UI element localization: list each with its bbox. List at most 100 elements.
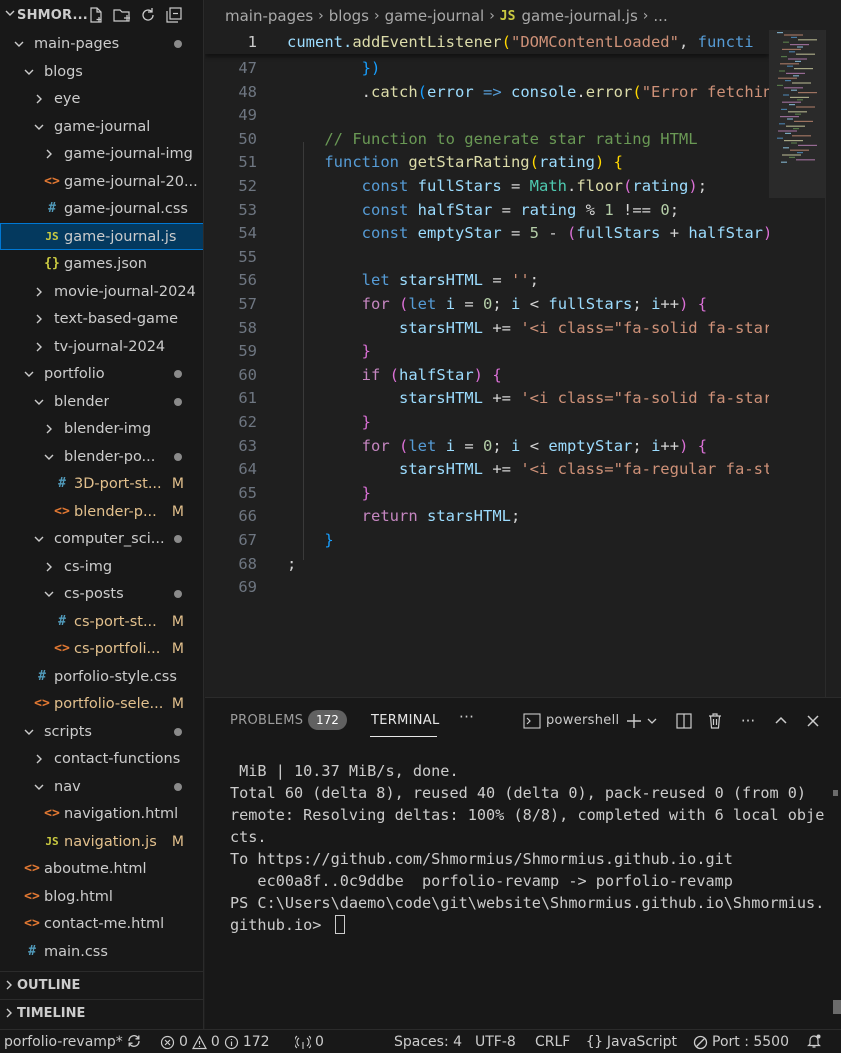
collapse-all-icon[interactable] xyxy=(164,5,184,25)
live-server-status[interactable]: Port : 5500 xyxy=(693,1033,789,1051)
line-number: 60 xyxy=(238,365,257,384)
tree-folder[interactable]: blender-po... xyxy=(0,443,203,471)
tree-file[interactable]: # game-journal.css xyxy=(0,195,203,223)
tree-folder[interactable]: movie-journal-2024 xyxy=(0,278,203,306)
tree-file[interactable]: <> aboutme.html xyxy=(0,855,203,883)
chevron-right-icon[interactable] xyxy=(34,342,44,352)
breadcrumb-item[interactable]: main-pages xyxy=(225,7,313,25)
refresh-icon[interactable] xyxy=(138,5,158,25)
tree-folder[interactable]: blender xyxy=(0,388,203,416)
new-terminal-icon[interactable] xyxy=(623,710,645,732)
tree-folder[interactable]: nav xyxy=(0,773,203,801)
more-actions-icon[interactable]: ··· xyxy=(736,710,760,732)
chevron-down-icon[interactable] xyxy=(14,39,24,49)
eol-status[interactable]: CRLF xyxy=(535,1033,570,1051)
chevron-right-icon[interactable] xyxy=(34,287,44,297)
chevron-down-icon[interactable] xyxy=(34,534,44,544)
chevron-right-icon[interactable] xyxy=(44,424,54,434)
tree-folder[interactable]: cs-img xyxy=(0,553,203,581)
scrollbar-thumb[interactable] xyxy=(833,1000,841,1014)
tree-folder[interactable]: portfolio xyxy=(0,360,203,388)
more-tabs-icon[interactable]: ··· xyxy=(459,708,474,726)
tree-folder[interactable]: scripts xyxy=(0,718,203,746)
html-file-icon: <> xyxy=(54,641,70,656)
outline-section-header[interactable]: OUTLINE xyxy=(0,971,203,998)
terminal-output[interactable]: MiB | 10.37 MiB/s, done. Total 60 (delta… xyxy=(230,760,830,936)
tree-file[interactable]: #3D-port-st... M xyxy=(0,470,203,498)
chevron-right-icon[interactable] xyxy=(34,314,44,324)
code-text: for (let i = 0; i < emptyStar; i++) { xyxy=(361,436,708,455)
tree-file[interactable]: <> portfolio-sele... M xyxy=(0,690,203,718)
tree-folder[interactable]: contact-functions xyxy=(0,745,203,773)
chevron-down-icon[interactable] xyxy=(34,122,44,132)
tree-folder[interactable]: blender-img xyxy=(0,415,203,443)
breadcrumb-more[interactable]: ... xyxy=(653,7,667,25)
indentation-status[interactable]: Spaces: 4 xyxy=(394,1033,462,1051)
tree-folder[interactable]: game-journal-img xyxy=(0,140,203,168)
language-status[interactable]: {} JavaScript xyxy=(586,1033,677,1051)
sync-icon[interactable] xyxy=(126,1033,142,1049)
encoding-status[interactable]: UTF-8 xyxy=(475,1033,516,1051)
new-folder-icon[interactable] xyxy=(112,5,132,25)
terminal-scrollbar[interactable] xyxy=(829,742,841,1030)
ports-status[interactable]: 0 xyxy=(295,1033,324,1051)
tree-file[interactable]: # main.css xyxy=(0,938,203,966)
editor-scrollbar[interactable] xyxy=(825,30,841,697)
tree-file[interactable]: {} games.json xyxy=(0,250,203,278)
line-number: 47 xyxy=(238,59,257,77)
tree-file[interactable]: <> navigation.html xyxy=(0,800,203,828)
explorer-header[interactable]: SHMOR... xyxy=(0,0,203,30)
chevron-right-icon[interactable] xyxy=(44,149,54,159)
chevron-down-icon[interactable] xyxy=(44,589,54,599)
tab-problems[interactable]: PROBLEMS xyxy=(230,713,303,728)
tree-folder[interactable]: tv-journal-2024 xyxy=(0,333,203,361)
tree-file[interactable]: # cs-port-st... M xyxy=(0,608,203,636)
branch-status[interactable]: porfolio-revamp* xyxy=(4,1033,123,1051)
chevron-down-icon[interactable] xyxy=(24,369,34,379)
tree-folder[interactable]: eye xyxy=(0,85,203,113)
tree-folder[interactable]: blogs xyxy=(0,58,203,86)
problems-status[interactable]: 0 0 172 xyxy=(160,1033,270,1051)
tree-file[interactable]: <> cs-portfoli... M xyxy=(0,635,203,663)
tree-file[interactable]: # porfolio-style.css xyxy=(0,663,203,691)
trash-icon[interactable] xyxy=(704,710,726,732)
tree-folder[interactable]: main-pages xyxy=(0,30,203,58)
chevron-down-icon[interactable] xyxy=(34,397,44,407)
tree-folder[interactable]: game-journal xyxy=(0,113,203,141)
tree-folder[interactable]: cs-posts xyxy=(0,580,203,608)
terminal-prompt-line[interactable]: github.io> xyxy=(230,914,830,936)
chevron-down-icon[interactable] xyxy=(4,7,16,19)
chevron-down-icon[interactable] xyxy=(34,782,44,792)
tree-file[interactable]: <> game-journal-20... xyxy=(0,168,203,196)
chevron-right-icon[interactable] xyxy=(34,94,44,104)
html-file-icon: <> xyxy=(24,861,40,876)
tree-file[interactable]: <> contact-me.html xyxy=(0,910,203,938)
new-file-icon[interactable] xyxy=(86,5,106,25)
tree-file[interactable]: <> blog.html xyxy=(0,883,203,911)
tree-file[interactable]: JS game-journal.js xyxy=(0,222,203,250)
outline-label: OUTLINE xyxy=(17,978,81,993)
tab-terminal[interactable]: TERMINAL xyxy=(371,713,440,728)
breadcrumb-file[interactable]: game-journal.js xyxy=(521,7,637,25)
timeline-section-header[interactable]: TIMELINE xyxy=(0,999,203,1026)
tree-file[interactable]: <> blender-p... M xyxy=(0,498,203,526)
chevron-down-icon[interactable] xyxy=(645,710,659,732)
chevron-down-icon[interactable] xyxy=(44,452,54,462)
ports-count: 0 xyxy=(315,1034,324,1050)
tree-file[interactable]: JS navigation.js M xyxy=(0,828,203,856)
terminal-shell-label[interactable]: powershell xyxy=(546,713,619,728)
close-panel-icon[interactable] xyxy=(802,710,824,732)
tree-folder[interactable]: computer_sci... xyxy=(0,525,203,553)
problems-count-badge: 172 xyxy=(308,710,347,730)
maximize-panel-icon[interactable] xyxy=(770,710,792,732)
tree-folder[interactable]: text-based-game xyxy=(0,305,203,333)
chevron-down-icon[interactable] xyxy=(24,727,34,737)
breadcrumb-item[interactable]: blogs xyxy=(329,7,369,25)
breadcrumb-item[interactable]: game-journal xyxy=(385,7,485,25)
notifications-bell-icon[interactable] xyxy=(806,1033,822,1049)
chevron-right-icon[interactable] xyxy=(44,562,54,572)
chevron-right-icon[interactable] xyxy=(34,754,44,764)
code-area[interactable]: 1 cument.addEventListener("DOMContentLoad… xyxy=(205,30,769,650)
split-terminal-icon[interactable] xyxy=(673,710,695,732)
chevron-down-icon[interactable] xyxy=(24,67,34,77)
